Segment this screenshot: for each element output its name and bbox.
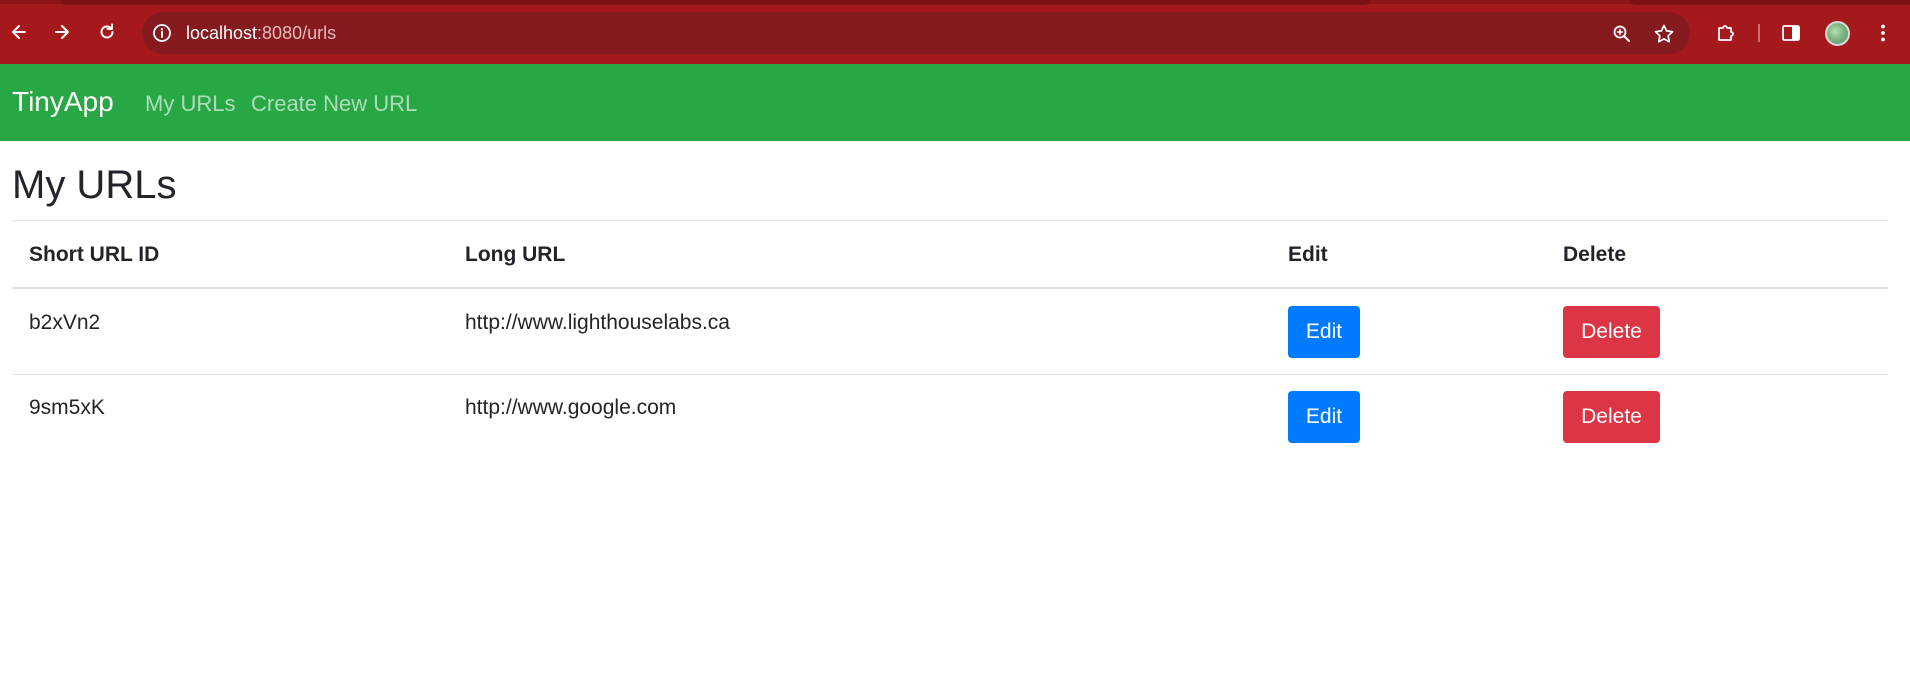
side-panel-button[interactable] <box>1778 20 1804 46</box>
edit-button[interactable]: Edit <box>1288 391 1360 443</box>
column-header-edit: Edit <box>1288 243 1328 266</box>
long-url-cell: http://www.lighthouselabs.ca <box>465 311 730 334</box>
delete-button[interactable]: Delete <box>1563 391 1660 443</box>
brand-link[interactable]: TinyApp <box>12 86 114 118</box>
forward-button[interactable] <box>47 17 77 47</box>
url-host: localhost <box>186 23 258 43</box>
page-title: My URLs <box>12 163 177 207</box>
active-tab-edge <box>60 0 1370 5</box>
url-path: :8080/urls <box>257 23 337 43</box>
column-header-short-url-id: Short URL ID <box>29 243 160 266</box>
address-bar[interactable]: localhost:8080/urls <box>142 12 1690 54</box>
arrow-left-icon <box>12 25 26 39</box>
table-header-rule <box>12 287 1888 289</box>
nav-link-my-urls[interactable]: My URLs <box>145 91 235 117</box>
bookmark-button[interactable] <box>1652 22 1676 46</box>
zoom-button[interactable] <box>1610 22 1634 46</box>
table-top-rule <box>12 220 1888 221</box>
side-panel-icon <box>1782 25 1800 41</box>
edit-button[interactable]: Edit <box>1288 306 1360 358</box>
column-header-long-url: Long URL <box>465 243 566 266</box>
row-divider <box>12 374 1888 375</box>
nav-link-create-new-url[interactable]: Create New URL <box>251 91 417 117</box>
back-button[interactable] <box>4 17 34 47</box>
arrow-right-icon <box>55 25 69 39</box>
browser-toolbar: localhost:8080/urls <box>0 0 1910 64</box>
tab-edge <box>1630 0 1910 5</box>
site-info-icon[interactable] <box>152 23 172 43</box>
toolbar-divider <box>1758 24 1760 42</box>
short-url-id-cell: 9sm5xK <box>29 396 105 419</box>
star-icon <box>1654 24 1674 43</box>
profile-avatar[interactable] <box>1825 21 1850 46</box>
short-url-id-cell: b2xVn2 <box>29 311 101 334</box>
column-header-delete: Delete <box>1563 243 1627 266</box>
app-navbar: TinyApp My URLs Create New URL <box>0 64 1910 141</box>
puzzle-icon <box>1718 25 1734 41</box>
reload-icon <box>100 23 114 39</box>
long-url-cell: http://www.google.com <box>465 396 677 419</box>
extensions-button[interactable] <box>1713 20 1739 46</box>
url-text[interactable]: localhost:8080/urls <box>186 23 336 44</box>
browser-menu-button[interactable] <box>1870 20 1896 46</box>
delete-button[interactable]: Delete <box>1563 306 1660 358</box>
zoom-icon <box>1613 25 1630 42</box>
reload-button[interactable] <box>92 17 122 47</box>
kebab-menu-icon <box>1881 24 1885 42</box>
